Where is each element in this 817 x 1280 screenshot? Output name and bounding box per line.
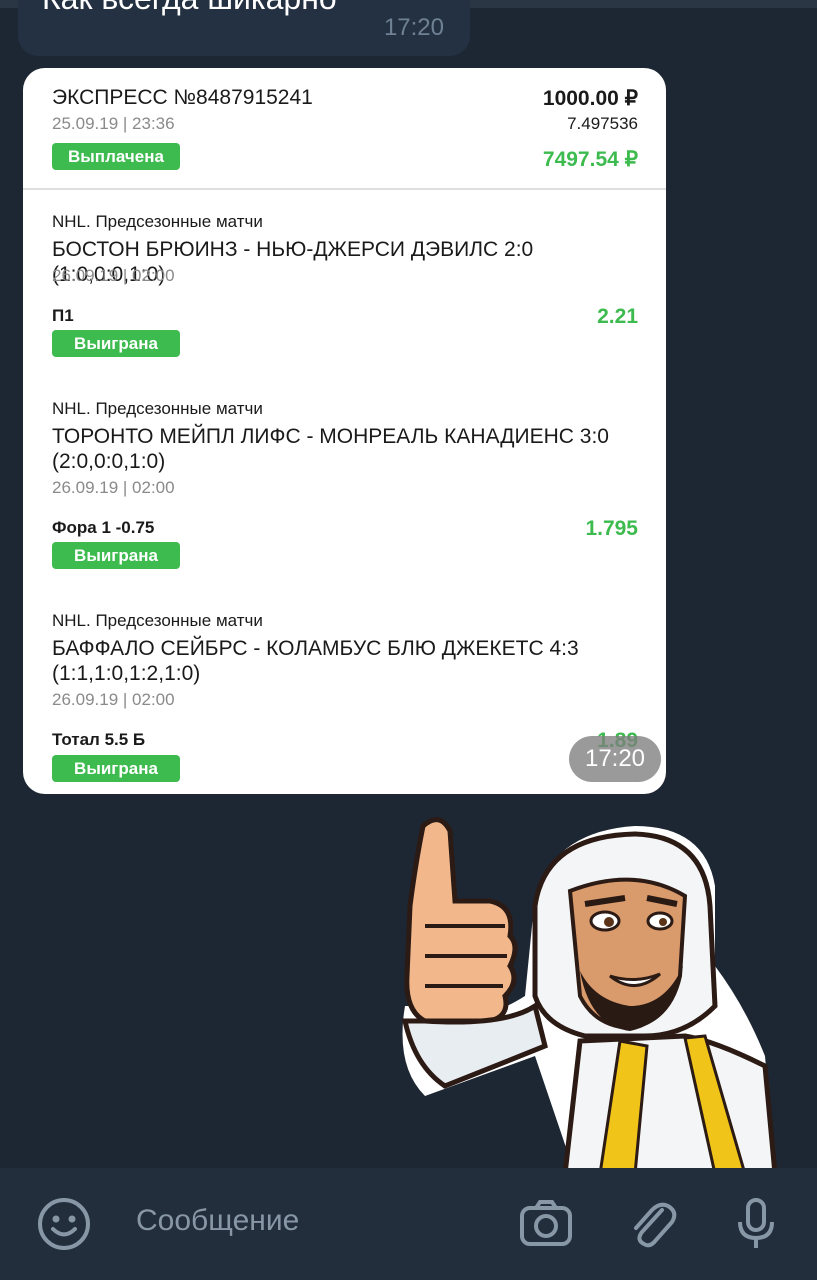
total-coefficient: 7.497536	[567, 114, 638, 133]
thumbs-up-sheikh-sticker[interactable]	[385, 806, 785, 1177]
message-time: 17:20	[383, 14, 444, 41]
event-odds: 2.21	[597, 305, 638, 328]
event-league: NHL. Предсезонные матчи	[52, 399, 263, 418]
event-title: БАФФАЛО СЕЙБРС - КОЛАМБУС БЛЮ ДЖЕКЕТС 4:…	[52, 637, 579, 685]
event-league: NHL. Предсезонные матчи	[52, 611, 263, 630]
stake-amount: 1000.00 ₽	[542, 87, 638, 110]
status-badge-won: Выиграна	[52, 755, 180, 782]
status-badge-won: Выиграна	[52, 330, 180, 357]
event-odds: 1.795	[585, 517, 638, 540]
sticker-illustration-icon	[401, 817, 778, 1177]
event-date: 26.09.19 | 02:00	[52, 478, 175, 497]
event-title: ТОРОНТО МЕЙПЛ ЛИФС - МОНРЕАЛЬ КАНАДИЕНС …	[52, 425, 609, 473]
event-bet: Фора 1 -0.75	[52, 518, 155, 537]
express-title: ЭКСПРЕСС №8487915241	[52, 86, 313, 109]
event-date: 26.09.19 | 02:00	[52, 690, 175, 709]
message-composer: Сообщение	[0, 1168, 817, 1280]
bet-slip-image[interactable]: ЭКСПРЕСС №8487915241 25.09.19 | 23:36 Вы…	[23, 68, 666, 794]
emoji-icon[interactable]	[34, 1194, 94, 1254]
message-text: Как всегда шикарно	[42, 0, 337, 17]
paperclip-icon[interactable]	[622, 1194, 682, 1254]
event-bet: Тотал 5.5 Б	[52, 730, 146, 749]
status-badge-won: Выиграна	[52, 542, 180, 569]
event-bet: П1	[52, 306, 74, 325]
camera-icon[interactable]	[516, 1194, 576, 1254]
event-league: NHL. Предсезонные матчи	[52, 212, 263, 231]
express-date: 25.09.19 | 23:36	[52, 114, 175, 133]
event-date: 26.09.19 | 02:00	[52, 266, 175, 285]
payout-amount: 7497.54 ₽	[542, 148, 638, 171]
status-badge-paid: Выплачена	[52, 143, 180, 170]
message-bubble-previous[interactable]: Как всегда шикарно 17:20	[18, 0, 470, 56]
header-divider	[23, 188, 666, 190]
microphone-icon[interactable]	[726, 1194, 786, 1254]
message-input[interactable]: Сообщение	[136, 1204, 299, 1238]
message-time-pill: 17:20	[569, 736, 661, 782]
